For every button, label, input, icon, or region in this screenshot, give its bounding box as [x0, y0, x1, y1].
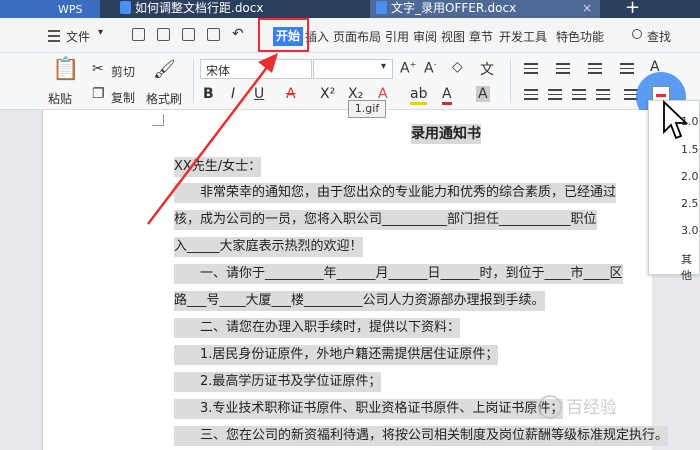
mouse-cursor-icon	[663, 100, 689, 140]
watermark: 百经验	[538, 393, 617, 419]
annotation-arrow	[147, 53, 278, 225]
watermark-logo-icon	[538, 395, 562, 419]
